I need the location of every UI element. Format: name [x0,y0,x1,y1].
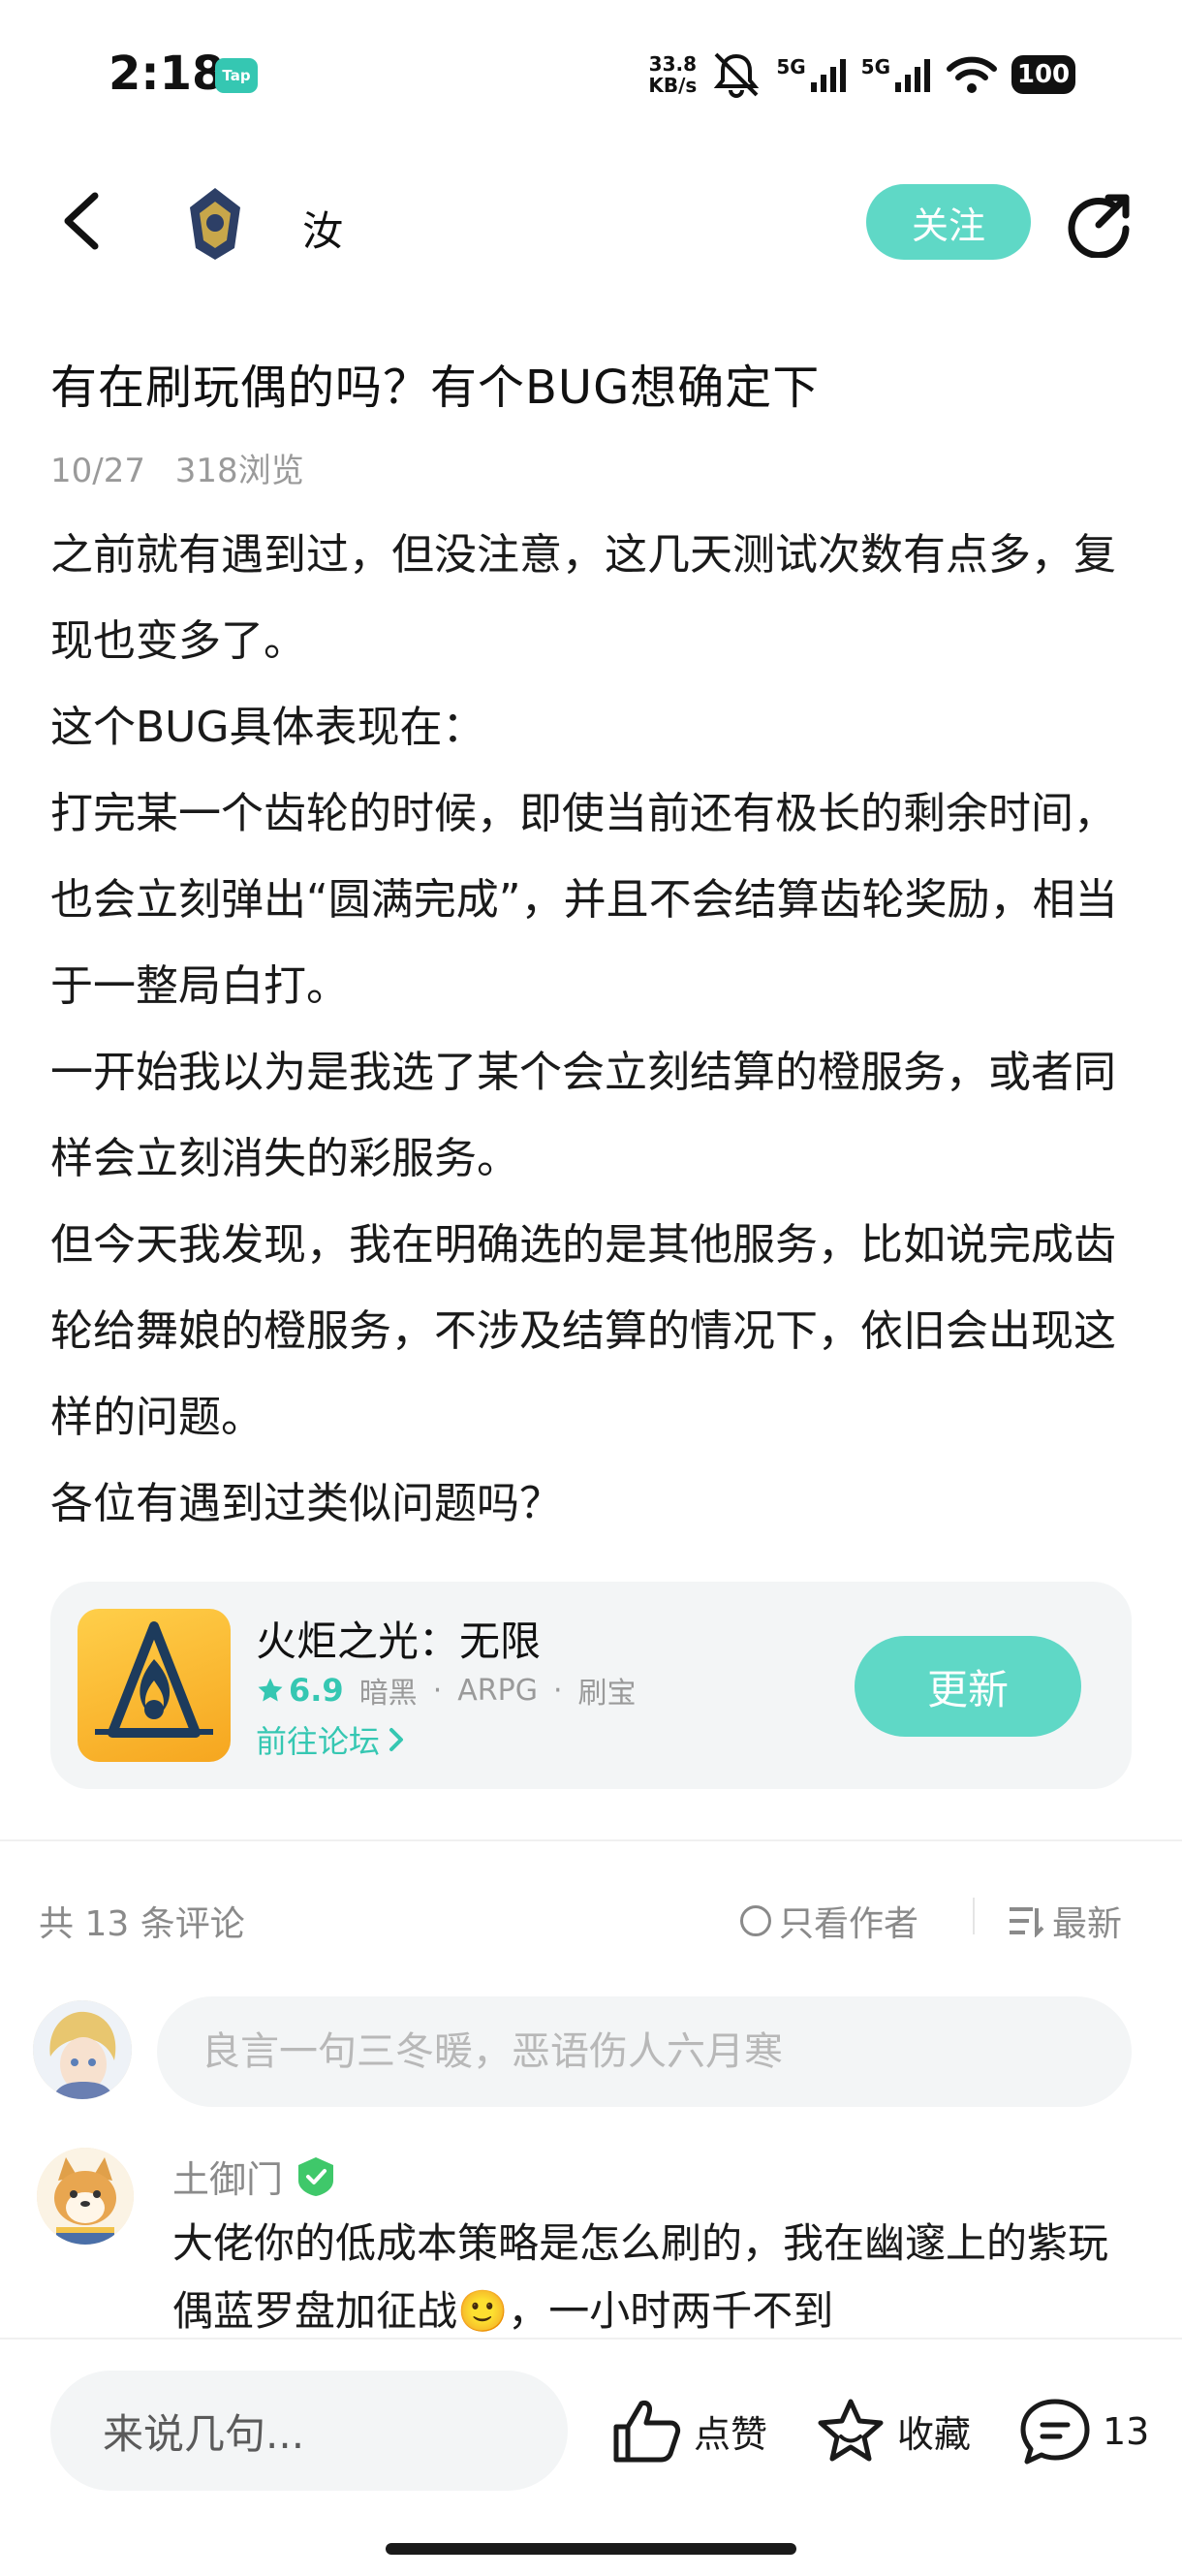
game-rating-row: 6.9 暗黑 · ARPG · 刷宝 [256,1669,637,1712]
tag-dot: · [552,1673,563,1708]
sort-button[interactable]: 最新 [1008,1896,1122,1946]
signal-icon-2: 5G [861,55,932,94]
mute-icon [714,52,760,98]
post-title: 有在刷玩偶的吗？有个BUG想确定下 [50,361,821,415]
star-outline-icon [818,2399,884,2462]
post-paragraph: 一开始我以为是我选了某个会立刻结算的橙服务，或者同样会立刻消失的彩服务。 [50,1048,1116,1183]
update-button[interactable]: 更新 [855,1636,1081,1737]
back-arrow-icon[interactable] [58,190,105,252]
post-paragraph: 打完某一个齿轮的时候，即使当前还有极长的剩余时间，也会立刻弹出“圆满完成”，并且… [50,789,1118,1011]
post-body: 之前就有遇到过，但没注意，这几天测试次数有点多，复现也变多了。 这个BUG具体表… [50,512,1145,1547]
radio-circle-icon [740,1905,771,1936]
post-paragraph: 这个BUG具体表现在： [50,703,485,752]
forum-link[interactable]: 前往论坛 [256,1717,405,1762]
game-name[interactable]: 火炬之光：无限 [256,1609,541,1668]
sort-label: 最新 [1052,1904,1123,1944]
rating: 6.9 [256,1672,344,1709]
tap-app-badge: Tap [215,58,258,93]
forum-link-label: 前往论坛 [256,1723,381,1760]
signal-icon: 5G [776,55,847,94]
sort-list-icon [1010,1907,1044,1937]
rating-value: 6.9 [289,1672,344,1709]
star-icon [258,1678,283,1702]
verified-badge-icon [298,2156,334,2196]
net-speed: 33.8 KB/s [648,52,698,97]
status-time: 2:18 [109,47,225,101]
comment-text: 大佬你的低成本策略是怎么刷的，我在幽邃上的紫玩偶蓝罗盘加征战🙂，一小时两千不到 [172,2219,1109,2335]
comment-count: 共 13 条评论 [39,1904,245,1944]
comments-button[interactable]: 13 [1019,2398,1149,2466]
follow-button[interactable]: 关注 [866,184,1031,260]
commenter-name[interactable]: 土御门 [172,2150,283,2203]
share-icon[interactable] [1066,190,1134,258]
post-paragraph: 之前就有遇到过，但没注意，这几天测试次数有点多，复现也变多了。 [50,530,1116,666]
vertical-separator [973,1898,975,1934]
game-tag: 刷宝 [577,1677,637,1711]
collect-button[interactable]: 收藏 [816,2398,971,2464]
author-avatar[interactable] [171,178,260,267]
only-author-toggle[interactable]: 只看作者 [740,1896,918,1946]
only-author-label: 只看作者 [779,1904,919,1944]
section-divider [0,1839,1182,1841]
collect-label: 收藏 [897,2412,972,2456]
like-button[interactable]: 点赞 [612,2398,767,2464]
post-date: 10/27 [50,452,145,490]
comment-input[interactable] [157,1996,1132,2107]
home-indicator[interactable] [386,2543,796,2555]
game-tag: 暗黑 [358,1677,418,1711]
comment-count-badge: 13 [1103,2410,1150,2453]
battery-indicator: 100 [1011,55,1075,94]
game-tag: ARPG [457,1673,538,1708]
commenter-name-row: 土御门 [172,2150,337,2203]
reply-input[interactable]: 来说几句... [50,2371,568,2491]
game-app-icon[interactable] [78,1609,231,1762]
chevron-right-icon [389,1728,404,1751]
post-paragraph: 但今天我发现，我在明确选的是其他服务，比如说完成齿轮给舞娘的橙服务，不涉及结算的… [50,1220,1116,1442]
post-paragraph: 各位有遇到过类似问题吗？ [50,1479,562,1528]
status-icons: 33.8 KB/s 5G 5G 100 [648,50,1075,99]
like-label: 点赞 [694,2412,768,2456]
wifi-icon [947,56,997,93]
commenter-avatar[interactable] [37,2148,134,2245]
post-views: 318浏览 [174,452,304,490]
thumbs-up-icon [613,2401,681,2463]
tag-dot: · [432,1673,443,1708]
user-avatar[interactable] [33,2000,132,2099]
post-meta: 10/27 318浏览 [50,444,324,491]
comment-bubble-icon [1020,2399,1090,2465]
author-name[interactable]: 汝 [302,199,343,258]
